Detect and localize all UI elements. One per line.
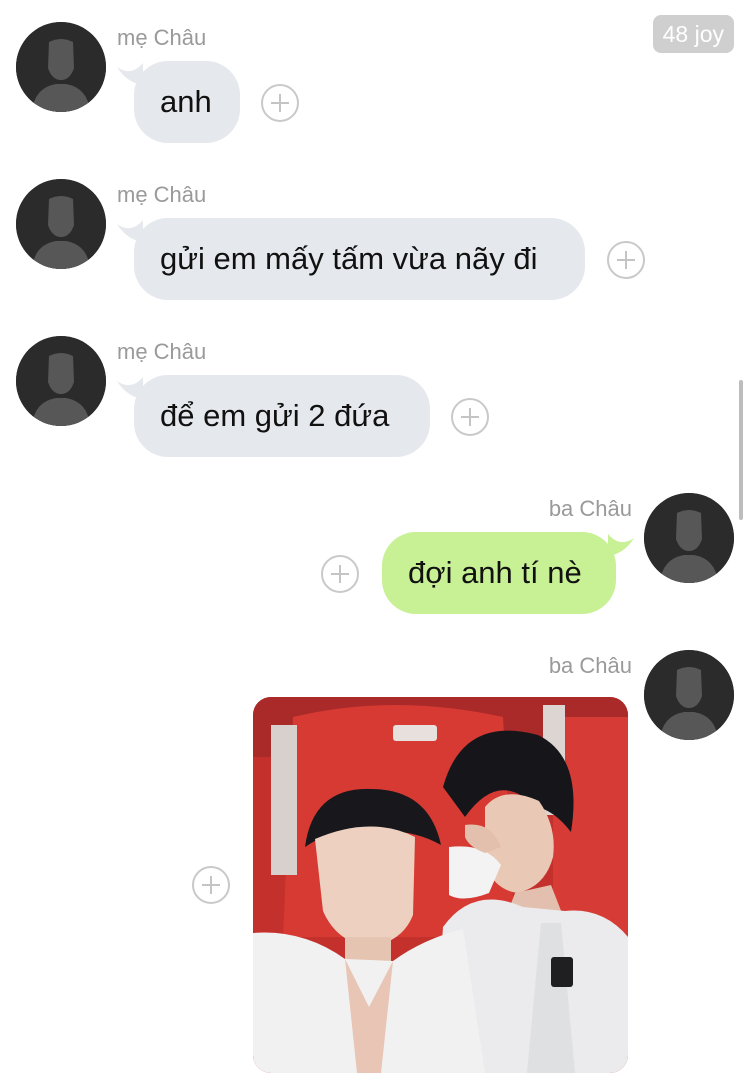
add-reaction-icon[interactable] [321, 555, 359, 593]
message-bubble[interactable]: để em gửi 2 đứa [134, 375, 430, 457]
chat-thread[interactable]: 48 joy mẹ Châu anh mẹ Châu gửi em mấy tấ… [0, 0, 750, 1083]
add-reaction-icon[interactable] [192, 866, 230, 904]
add-reaction-icon[interactable] [451, 398, 489, 436]
photo-message[interactable] [253, 697, 628, 1073]
avatar-icon[interactable] [16, 179, 106, 269]
sender-name: ba Châu [548, 653, 632, 678]
sender-name: ba Châu [548, 496, 632, 521]
message-bubble[interactable]: đợi anh tí nè [382, 532, 616, 614]
sender-name: mẹ Châu [117, 182, 207, 207]
sender-name: mẹ Châu [117, 339, 207, 364]
avatar-icon[interactable] [644, 650, 734, 740]
message-bubble[interactable]: anh [134, 61, 240, 143]
unread-count-badge[interactable]: 48 joy [652, 15, 734, 53]
avatar-icon[interactable] [16, 22, 106, 112]
add-reaction-icon[interactable] [261, 84, 299, 122]
photo-image [253, 697, 628, 1073]
add-reaction-icon[interactable] [607, 241, 645, 279]
avatar-icon[interactable] [16, 336, 106, 426]
sender-name: mẹ Châu [117, 25, 207, 50]
avatar-icon[interactable] [644, 493, 734, 583]
scrollbar[interactable] [739, 380, 743, 520]
message-bubble[interactable]: gửi em mấy tấm vừa nãy đi [134, 218, 585, 300]
